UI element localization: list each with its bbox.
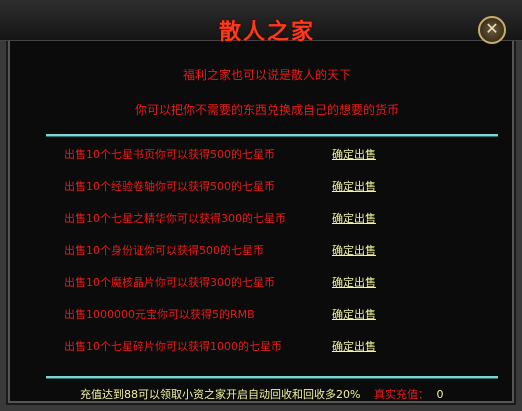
confirm-sell-button[interactable]: 确定出售 [332,306,376,322]
sell-description: 出售10个七星碎片你可以获得1000的七星币 [64,340,282,353]
sell-row: 出售10个七星之精华你可以获得300的七星币 确定出售 [64,210,484,226]
confirm-sell-button[interactable]: 确定出售 [332,178,376,194]
sell-row: 出售10个魔核晶片你可以获得300的七星币 确定出售 [64,274,484,290]
confirm-sell-button[interactable]: 确定出售 [332,146,376,162]
top-divider [46,134,498,137]
sell-description: 出售10个七星之精华你可以获得300的七星币 [64,212,286,225]
game-dialog: 散人之家 ✕ 福利之家也可以说是散人的天下 你可以把你不需要的东西兑换成自己的想… [0,0,522,411]
confirm-sell-button[interactable]: 确定出售 [332,242,376,258]
dialog-title: 散人之家 [218,20,315,45]
sell-row: 出售1000000元宝你可以获得5的RMB 确定出售 [64,306,484,322]
sell-row: 出售10个经验卷轴你可以获得500的七星币 确定出售 [64,178,484,194]
sell-description: 出售1000000元宝你可以获得5的RMB [64,308,255,321]
intro-line-1: 福利之家也可以说是散人的天下 [182,68,351,82]
close-icon: ✕ [485,19,499,38]
sell-row: 出售10个七星碎片你可以获得1000的七星币 确定出售 [64,338,484,354]
sell-description: 出售10个魔核晶片你可以获得300的七星币 [64,276,275,289]
confirm-sell-button[interactable]: 确定出售 [332,338,376,354]
bottom-divider [46,376,498,379]
sell-description: 出售10个身份证你可以获得500的七星币 [64,244,264,257]
intro-line-2: 你可以把你不需要的东西兑换成自己的想要的货币 [134,103,399,117]
recharge-value: 0 [436,388,444,401]
recharge-notice: 充值达到88可以领取小资之家开启自动回收和回收多20% [80,388,361,401]
confirm-sell-button[interactable]: 确定出售 [332,210,376,226]
sell-row: 出售10个七星书页你可以获得500的七星币 确定出售 [64,146,484,162]
footer-bar: 充值达到88可以领取小资之家开启自动回收和回收多20% 真实充值： 0 [80,386,443,402]
sell-description: 出售10个七星书页你可以获得500的七星币 [64,148,275,161]
sell-description: 出售10个经验卷轴你可以获得500的七星币 [64,180,275,193]
recharge-label: 真实充值： [373,388,429,401]
confirm-sell-button[interactable]: 确定出售 [332,274,376,290]
sell-row: 出售10个身份证你可以获得500的七星币 确定出售 [64,242,484,258]
close-button[interactable]: ✕ [478,16,506,44]
